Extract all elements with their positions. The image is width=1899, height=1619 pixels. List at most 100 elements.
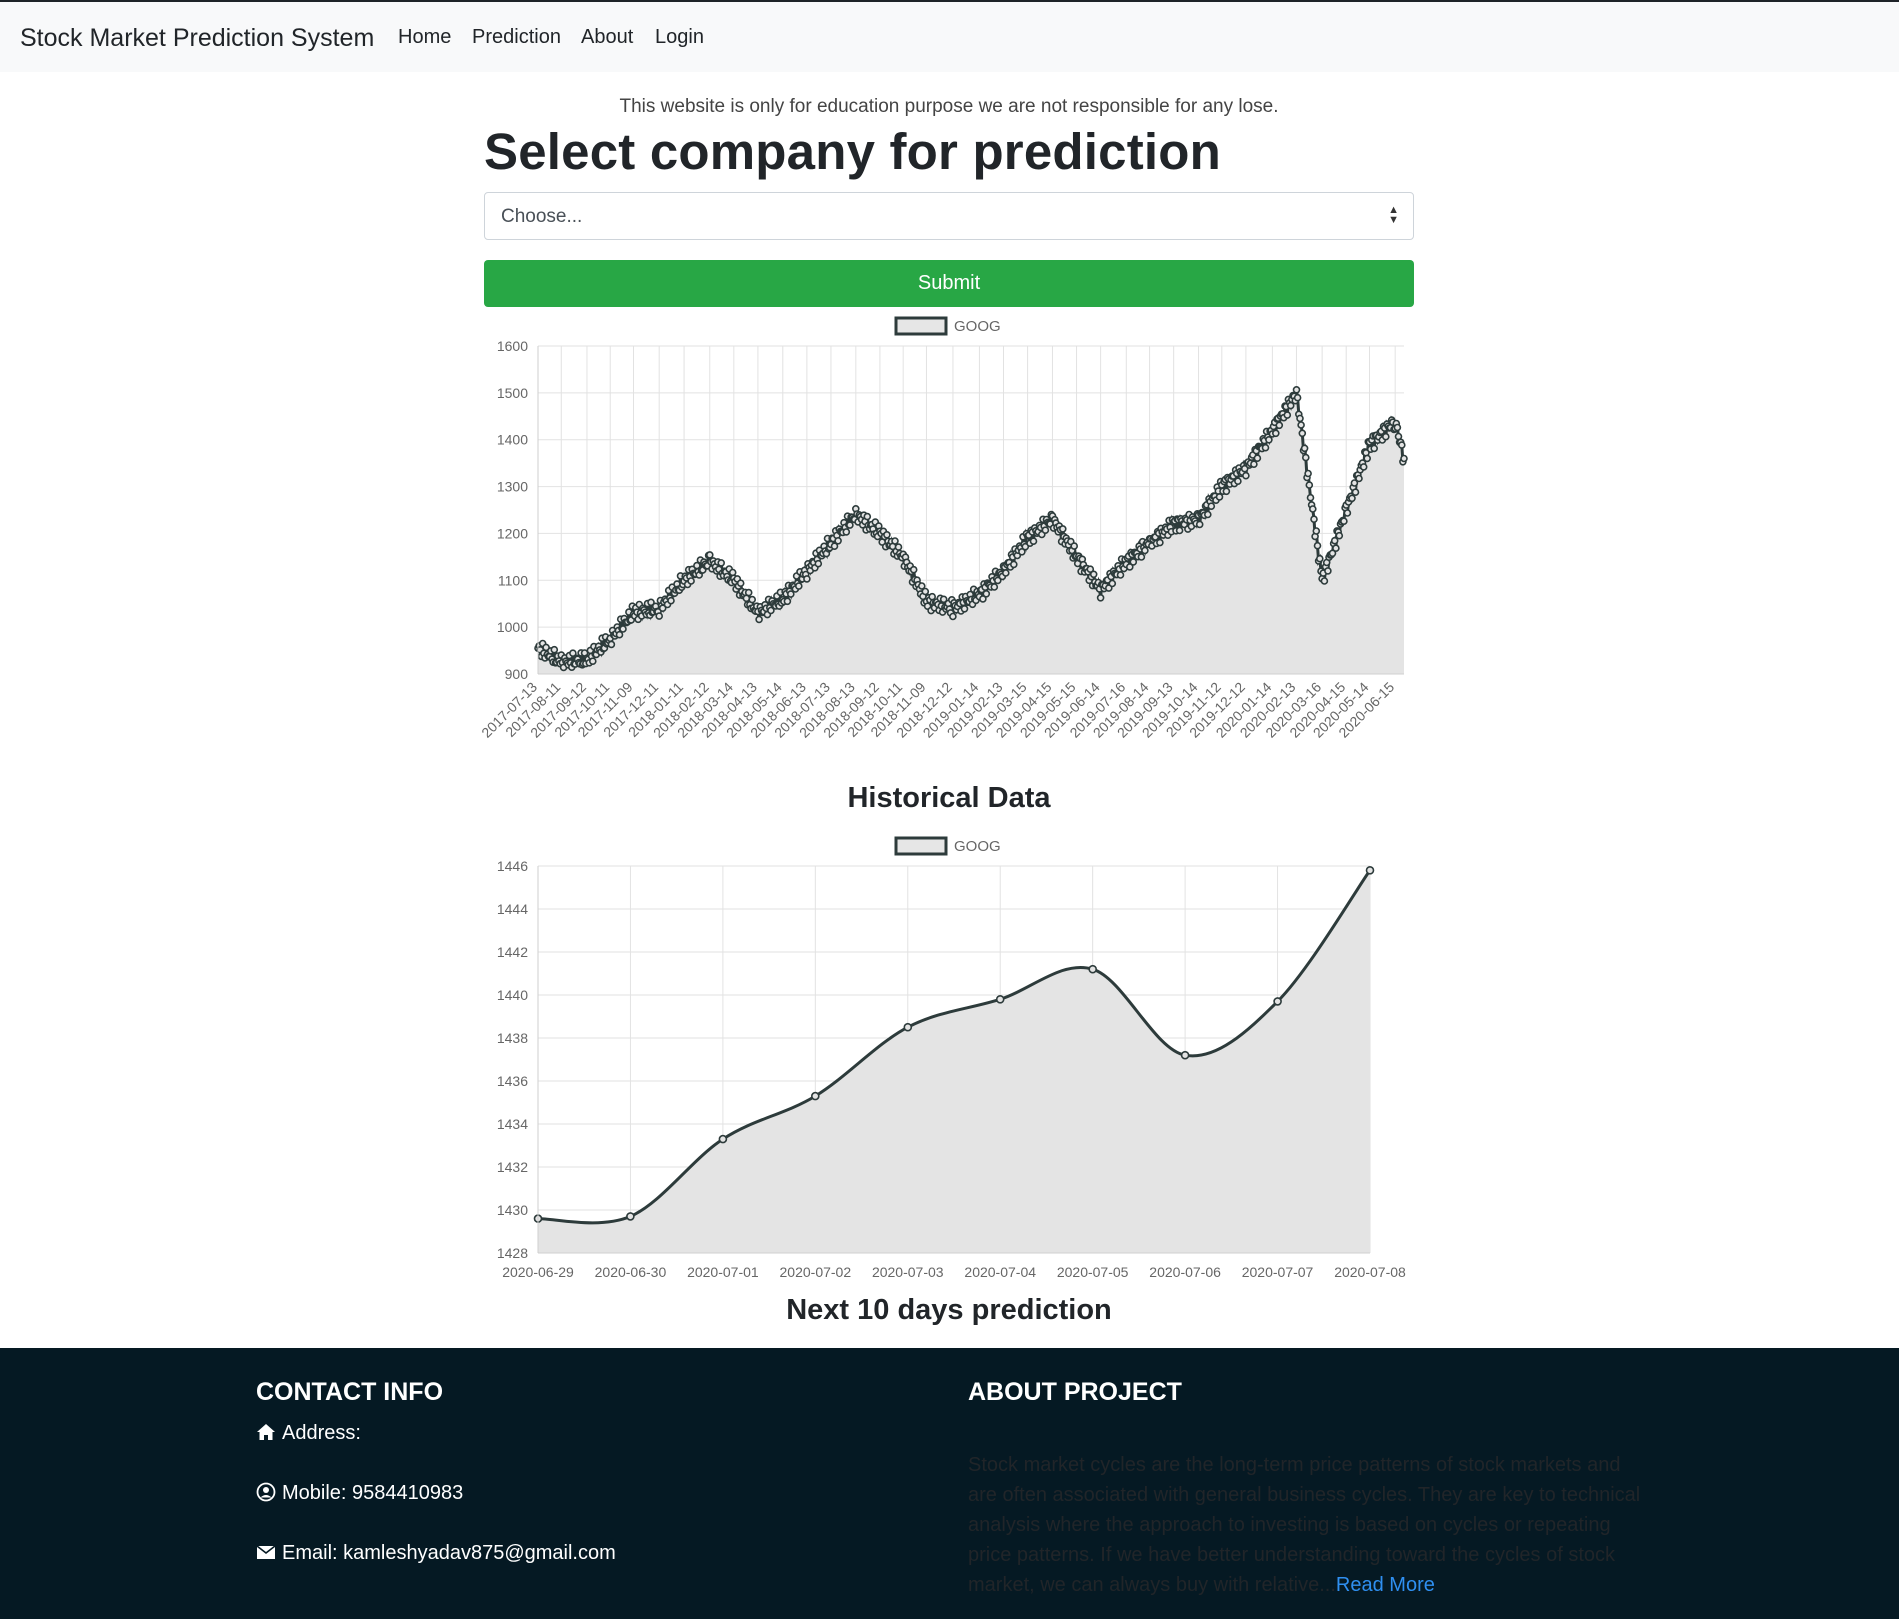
legend-swatch	[894, 836, 948, 856]
data-point	[589, 657, 597, 666]
series-area-goog	[538, 870, 1370, 1253]
x-tick-label: 2020-07-04	[964, 1264, 1036, 1280]
navbar: Stock Market Prediction System Home Pred…	[0, 2, 1899, 72]
data-point	[1242, 471, 1250, 480]
nav-link-login[interactable]: Login	[655, 26, 704, 49]
read-more-link[interactable]: Read More	[1336, 1574, 1435, 1596]
data-point	[1370, 444, 1379, 453]
data-point	[891, 537, 899, 545]
company-select-value: Choose...	[501, 206, 583, 227]
nav-link-prediction[interactable]: Prediction	[472, 26, 561, 49]
x-tick-label: 2020-07-01	[687, 1264, 759, 1280]
data-point	[1250, 460, 1258, 468]
data-point	[814, 559, 823, 568]
historical-chart: GOOG90010001100120013001400150016002017-…	[478, 316, 1408, 741]
data-point	[1273, 997, 1282, 1006]
company-select[interactable]: Choose... ▲ ▼	[484, 192, 1414, 240]
y-tick-label: 900	[505, 666, 529, 682]
envelope-icon	[256, 1542, 278, 1562]
data-point	[1296, 414, 1304, 423]
data-point	[1330, 536, 1339, 545]
data-point	[803, 575, 811, 583]
data-point	[1141, 546, 1149, 555]
x-tick-label: 2020-07-03	[872, 1264, 944, 1280]
data-point	[1175, 526, 1184, 535]
data-point	[1137, 553, 1146, 561]
mobile-label: Mobile: 9584410983	[282, 1482, 464, 1504]
data-point	[883, 531, 891, 539]
data-point	[909, 565, 918, 574]
submit-button[interactable]: Submit	[484, 260, 1414, 307]
data-point	[1001, 569, 1010, 577]
data-point	[717, 559, 725, 567]
y-tick-label: 1444	[497, 901, 528, 917]
disclaimer-text: This website is only for education purpo…	[619, 96, 1279, 117]
prediction-chart: GOOG 1428 1430 1432 1434 1436 1438 1440 1442 1444…	[497, 836, 1406, 1280]
contact-heading: CONTACT INFO	[256, 1378, 444, 1406]
email-label[interactable]: Email: kamleshyadav875@gmail.com	[282, 1542, 616, 1564]
data-point	[1397, 441, 1406, 449]
data-point	[550, 645, 559, 654]
data-point	[1041, 526, 1050, 534]
data-point	[687, 577, 695, 585]
y-tick-label: 1438	[497, 1030, 528, 1046]
data-point	[1297, 421, 1305, 429]
data-point	[1320, 577, 1329, 585]
data-point	[1207, 502, 1216, 510]
data-point	[615, 630, 624, 639]
y-tick-label: 1432	[497, 1159, 528, 1175]
x-tick-label: 2020-07-07	[1242, 1264, 1314, 1280]
data-point	[1304, 469, 1312, 478]
data-point	[1301, 453, 1310, 462]
data-point	[1343, 509, 1352, 517]
y-tick-label: 1200	[497, 525, 528, 541]
data-point	[706, 551, 714, 559]
nav-link-about[interactable]: About	[581, 26, 633, 49]
data-point	[1116, 571, 1125, 579]
data-point	[1234, 477, 1242, 485]
data-point	[1222, 487, 1231, 496]
data-point	[1215, 493, 1224, 501]
data-point	[1271, 429, 1280, 438]
data-point	[607, 640, 616, 649]
data-point	[1070, 542, 1079, 550]
data-point	[1253, 454, 1262, 462]
data-point	[1305, 481, 1314, 489]
navbar-brand[interactable]: Stock Market Prediction System	[20, 24, 374, 53]
data-point	[1313, 541, 1322, 550]
data-point	[786, 590, 795, 598]
data-point	[1029, 537, 1038, 545]
data-point	[1340, 517, 1348, 525]
data-point	[1310, 515, 1318, 523]
x-tick-label: 2020-07-08	[1334, 1264, 1406, 1280]
contact-email: Email: kamleshyadav875@gmail.com	[256, 1542, 616, 1565]
home-icon	[256, 1422, 278, 1442]
data-point	[982, 589, 991, 598]
data-point	[1283, 411, 1292, 419]
y-tick-label: 1428	[497, 1245, 528, 1261]
data-point	[1298, 429, 1307, 438]
about-heading: ABOUT PROJECT	[968, 1378, 1182, 1406]
data-point	[990, 583, 999, 591]
data-point	[744, 588, 753, 597]
data-point	[1088, 964, 1098, 974]
data-point	[1335, 531, 1344, 540]
data-point	[1359, 463, 1368, 471]
data-point	[903, 1022, 913, 1032]
prediction-chart-title: Next 10 days prediction	[786, 1294, 1112, 1326]
y-tick-label: 1600	[497, 338, 528, 354]
data-point	[949, 612, 957, 621]
data-point	[928, 592, 937, 601]
y-tick-label: 1300	[497, 479, 528, 495]
data-point	[619, 625, 627, 633]
data-point	[1180, 1050, 1190, 1060]
data-point	[783, 597, 792, 606]
data-point	[1275, 421, 1284, 430]
x-tick-label: 2020-07-06	[1149, 1264, 1221, 1280]
data-point	[846, 521, 854, 529]
x-tick-label: 2020-06-29	[502, 1264, 574, 1280]
data-point	[1324, 567, 1332, 575]
page-title: Select company for prediction	[484, 123, 1221, 180]
nav-link-home[interactable]: Home	[398, 26, 451, 49]
legend-swatch	[894, 316, 948, 336]
